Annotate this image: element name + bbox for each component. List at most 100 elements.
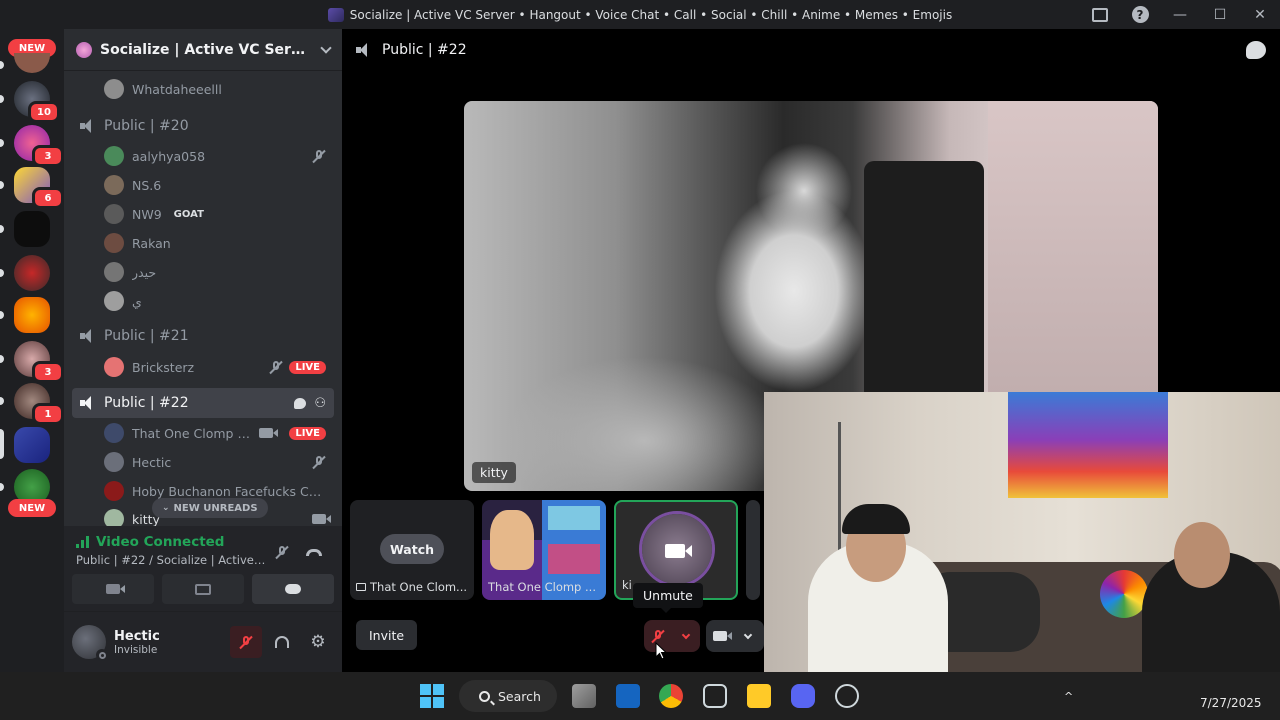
chat-icon[interactable] — [1246, 41, 1266, 59]
mic-muted-icon — [269, 360, 283, 374]
unread-dot — [0, 269, 4, 277]
person-right-head — [1174, 522, 1230, 588]
server-icon-5[interactable] — [14, 211, 50, 247]
server-name: Socialize | Active VC Server • H... — [100, 41, 314, 58]
voice-user[interactable]: Whatdaheeelll — [104, 75, 334, 103]
camera-off-icon — [713, 631, 732, 641]
search-icon — [479, 690, 490, 702]
taskbar-search[interactable]: Search — [459, 680, 557, 712]
camera-control — [706, 620, 764, 652]
deafen-button[interactable] — [266, 626, 298, 658]
settings-button[interactable]: ⚙ — [302, 626, 334, 658]
voice-user[interactable]: That One Clomp With ... LIVE — [104, 419, 334, 447]
server-icon-6[interactable] — [14, 255, 50, 291]
screen-share-button[interactable] — [162, 574, 244, 604]
speaker-icon — [80, 396, 96, 410]
title-bar: Socialize | Active VC Server • Hangout •… — [0, 0, 1280, 29]
voice-user[interactable]: حيدر — [104, 258, 334, 286]
voice-user[interactable]: NS.6 — [104, 171, 334, 199]
mention-badge: 3 — [32, 361, 64, 383]
server-icon-1[interactable] — [14, 53, 50, 73]
webcam-overlay — [764, 392, 1280, 693]
voice-channel-public-22[interactable]: Public | #22 ⚇ — [72, 388, 334, 418]
app-icon[interactable] — [616, 684, 640, 708]
tile-label-text: That One Clomp ... — [488, 580, 596, 594]
unity-icon[interactable] — [703, 684, 727, 708]
unread-dot — [0, 355, 4, 363]
maximize-button[interactable]: ☐ — [1200, 0, 1240, 29]
camera-options-button[interactable] — [734, 620, 762, 652]
disconnect-button[interactable] — [304, 542, 324, 562]
user-name: Rakan — [132, 235, 171, 251]
taskbar-date[interactable]: 7/27/2025 — [1200, 696, 1262, 710]
server-header[interactable]: Socialize | Active VC Server • H... — [64, 29, 342, 71]
watch-stream-button[interactable]: Watch — [380, 534, 444, 564]
invite-button[interactable]: Invite — [356, 620, 418, 650]
channel-header: Public | #22 — [342, 29, 1280, 71]
invite-member-icon[interactable]: ⚇ — [314, 396, 326, 411]
voice-user[interactable]: ي — [104, 287, 334, 315]
stream-preview — [548, 506, 600, 530]
inbox-button[interactable] — [1080, 0, 1120, 29]
participant-tile[interactable] — [746, 500, 760, 600]
camera-icon — [312, 514, 331, 524]
activity-button[interactable] — [252, 574, 334, 604]
close-button[interactable]: ✕ — [1240, 0, 1280, 29]
participant-tile[interactable]: That One Clomp ... — [482, 500, 606, 600]
stream-preview — [548, 544, 600, 574]
camera-toggle-button[interactable] — [72, 574, 154, 604]
camera-icon — [259, 428, 279, 438]
avatar[interactable] — [72, 625, 108, 661]
minimize-button[interactable]: — — [1160, 0, 1200, 29]
chat-icon[interactable] — [294, 397, 307, 409]
unread-dot — [0, 61, 4, 69]
noise-suppression-button[interactable] — [272, 542, 292, 562]
voice-user[interactable]: Rakan — [104, 229, 334, 257]
voice-location[interactable]: Public | #22 / Socialize | Active VC Ser… — [76, 553, 266, 567]
voice-user[interactable]: NW9 GOAT — [104, 200, 334, 228]
voice-user[interactable]: Bricksterz LIVE — [104, 353, 334, 381]
file-explorer-icon[interactable] — [747, 684, 771, 708]
start-button[interactable] — [420, 684, 444, 708]
voice-channel-public-20[interactable]: Public | #20 — [72, 111, 334, 141]
screen-share-icon — [195, 583, 211, 595]
avatar — [104, 175, 124, 195]
window-title: Socialize | Active VC Server • Hangout •… — [327, 7, 953, 22]
task-view-icon[interactable] — [572, 684, 596, 708]
server-icon-7[interactable] — [14, 297, 50, 333]
server-icon-socialize[interactable] — [14, 427, 50, 463]
voice-channel-public-21[interactable]: Public | #21 — [72, 321, 334, 351]
user-info[interactable]: Hectic Invisible — [114, 629, 160, 656]
chevron-down-icon: ⌄ — [162, 503, 170, 513]
camera-off-icon — [106, 584, 125, 594]
window-controls: ? — ☐ ✕ — [1080, 0, 1280, 29]
voice-user[interactable]: aalyhya058 — [104, 142, 334, 170]
channel-name: Public | #21 — [104, 328, 189, 344]
status-indicator — [96, 649, 108, 661]
mic-options-button[interactable] — [672, 620, 700, 652]
help-button[interactable]: ? — [1120, 0, 1160, 29]
window-title-text: Socialize | Active VC Server • Hangout •… — [349, 7, 953, 22]
participant-tile[interactable]: Watch That One Clom... — [350, 500, 474, 600]
new-unreads-pill[interactable]: ⌄ NEW UNREADS — [152, 498, 268, 518]
chrome-icon[interactable] — [659, 684, 683, 708]
new-pill[interactable]: NEW — [8, 499, 56, 517]
discord-icon[interactable] — [791, 684, 815, 708]
user-name: That One Clomp With ... — [132, 425, 251, 441]
app-icon[interactable] — [835, 684, 859, 708]
avatar — [104, 291, 124, 311]
user-panel: Hectic Invisible ⚙ — [64, 612, 342, 672]
user-name: Bricksterz — [132, 359, 195, 375]
unread-dot — [0, 181, 4, 189]
mic-muted-icon — [312, 455, 326, 469]
unread-dot — [0, 311, 4, 319]
chevron-up-icon[interactable]: ^ — [1064, 690, 1078, 703]
voice-user[interactable]: Hectic — [104, 448, 334, 476]
voice-status[interactable]: Video Connected — [76, 534, 224, 550]
avatar — [104, 452, 124, 472]
server-badge-icon — [76, 41, 92, 58]
mute-button[interactable] — [230, 626, 262, 658]
mic-muted-icon — [239, 635, 253, 649]
tile-label-text: That One Clom... — [370, 580, 468, 594]
camera-button[interactable] — [706, 620, 734, 652]
